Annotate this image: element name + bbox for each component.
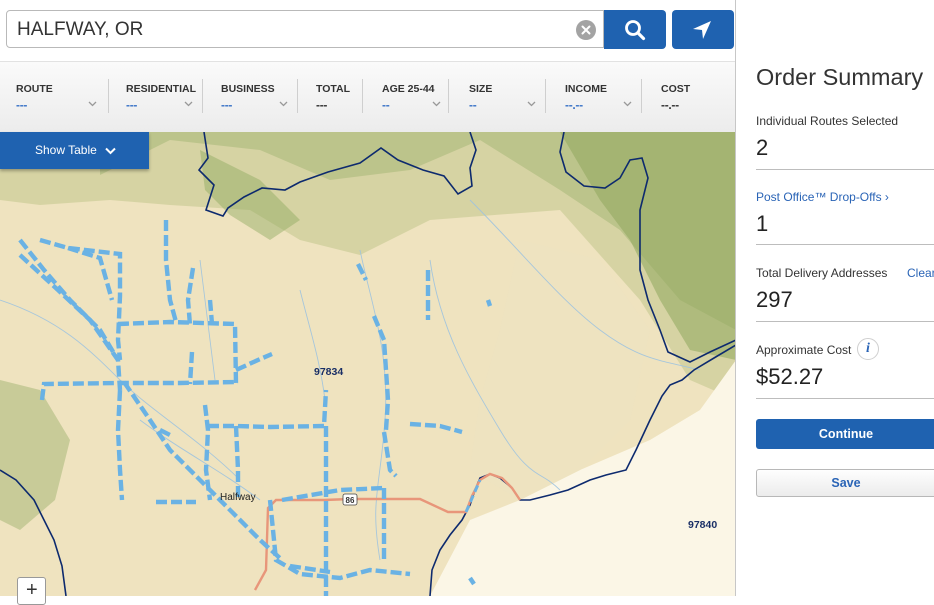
show-table-label: Show Table <box>35 143 97 157</box>
filter-divider <box>362 79 363 113</box>
filter-divider <box>641 79 642 113</box>
highway-shield-label: 86 <box>346 496 355 505</box>
filter-income-value: --.-- <box>565 98 583 112</box>
chevron-down-icon <box>527 101 536 107</box>
filter-divider <box>297 79 298 113</box>
delivery-addresses-label: Total Delivery Addresses <box>756 266 888 280</box>
zoom-in-label: + <box>26 579 38 601</box>
clear-search-button[interactable] <box>576 20 596 40</box>
save-button[interactable]: Save <box>756 469 934 497</box>
filter-age-value: -- <box>382 98 390 112</box>
post-office-dropoffs-link[interactable]: Post Office™ Drop-Offs › <box>756 190 889 204</box>
search-icon <box>625 20 646 41</box>
filter-route[interactable]: ROUTE --- <box>16 76 100 116</box>
filter-cost: COST --.-- <box>661 76 721 116</box>
filter-income-header: INCOME <box>565 83 607 95</box>
delivery-addresses-value: 297 <box>756 287 793 312</box>
summary-divider <box>756 169 934 170</box>
chevron-down-icon <box>279 101 288 107</box>
route-filter-bar: ROUTE --- RESIDENTIAL --- BUSINESS --- T… <box>0 61 736 133</box>
chevron-down-icon <box>623 101 632 107</box>
filter-residential[interactable]: RESIDENTIAL --- <box>126 76 196 116</box>
show-table-button[interactable]: Show Table <box>0 132 149 169</box>
filter-cost-value: --.-- <box>661 98 679 112</box>
map-canvas: 86 Halfway 97834 97840 <box>0 132 736 596</box>
summary-divider <box>756 244 934 245</box>
filter-residential-value: --- <box>126 98 138 112</box>
filter-residential-header: RESIDENTIAL <box>126 83 197 95</box>
approximate-cost-value: $52.27 <box>756 364 824 389</box>
search-input[interactable] <box>17 18 557 42</box>
search-field[interactable] <box>6 10 604 48</box>
filter-age[interactable]: AGE 25-44 -- <box>382 76 444 116</box>
locate-me-button[interactable] <box>672 10 734 49</box>
filter-divider <box>448 79 449 113</box>
location-arrow-icon <box>693 21 711 39</box>
info-icon: i <box>866 341 870 356</box>
summary-divider <box>756 398 934 399</box>
zoom-in-button[interactable]: + <box>17 577 46 605</box>
routes-selected-value: 2 <box>756 135 769 160</box>
order-summary-panel: Order Summary Individual Routes Selected… <box>736 0 934 596</box>
search-bar <box>0 0 736 60</box>
filter-divider <box>108 79 109 113</box>
chevron-down-icon <box>88 101 97 107</box>
summary-divider <box>756 321 934 322</box>
dropoffs-value: 1 <box>756 211 769 236</box>
filter-route-header: ROUTE <box>16 83 53 95</box>
order-summary-title: Order Summary <box>756 64 924 90</box>
search-button[interactable] <box>604 10 666 49</box>
filter-route-value: --- <box>16 98 28 112</box>
cost-info-button[interactable]: i <box>857 338 879 360</box>
routes-selected-label: Individual Routes Selected <box>756 114 899 128</box>
town-label: Halfway <box>220 492 256 503</box>
chevron-down-icon <box>432 101 441 107</box>
filter-size-value: -- <box>469 98 477 112</box>
filter-divider <box>202 79 203 113</box>
filter-business-value: --- <box>221 98 233 112</box>
clear-link[interactable]: Clear <box>907 266 934 280</box>
filter-total-header: TOTAL <box>316 83 351 95</box>
continue-button[interactable]: Continue <box>756 419 934 449</box>
filter-business[interactable]: BUSINESS --- <box>221 76 293 116</box>
filter-divider <box>545 79 546 113</box>
zip-label: 97840 <box>688 519 717 531</box>
continue-label: Continue <box>818 427 874 441</box>
zip-label: 97834 <box>314 366 343 378</box>
filter-size-header: SIZE <box>469 83 493 95</box>
filter-cost-header: COST <box>661 83 691 95</box>
filter-size[interactable]: SIZE -- <box>469 76 541 116</box>
save-label: Save <box>831 476 861 490</box>
clear-icon <box>581 25 591 35</box>
filter-income[interactable]: INCOME --.-- <box>565 76 637 116</box>
approximate-cost-label: Approximate Cost <box>756 343 852 357</box>
route-map[interactable]: 86 Halfway 97834 97840 <box>0 132 736 596</box>
filter-business-header: BUSINESS <box>221 83 275 95</box>
chevron-down-icon <box>105 147 116 155</box>
chevron-down-icon <box>184 101 193 107</box>
filter-total-value: --- <box>316 98 328 112</box>
filter-age-header: AGE 25-44 <box>382 83 435 95</box>
filter-total: TOTAL --- <box>316 76 356 116</box>
